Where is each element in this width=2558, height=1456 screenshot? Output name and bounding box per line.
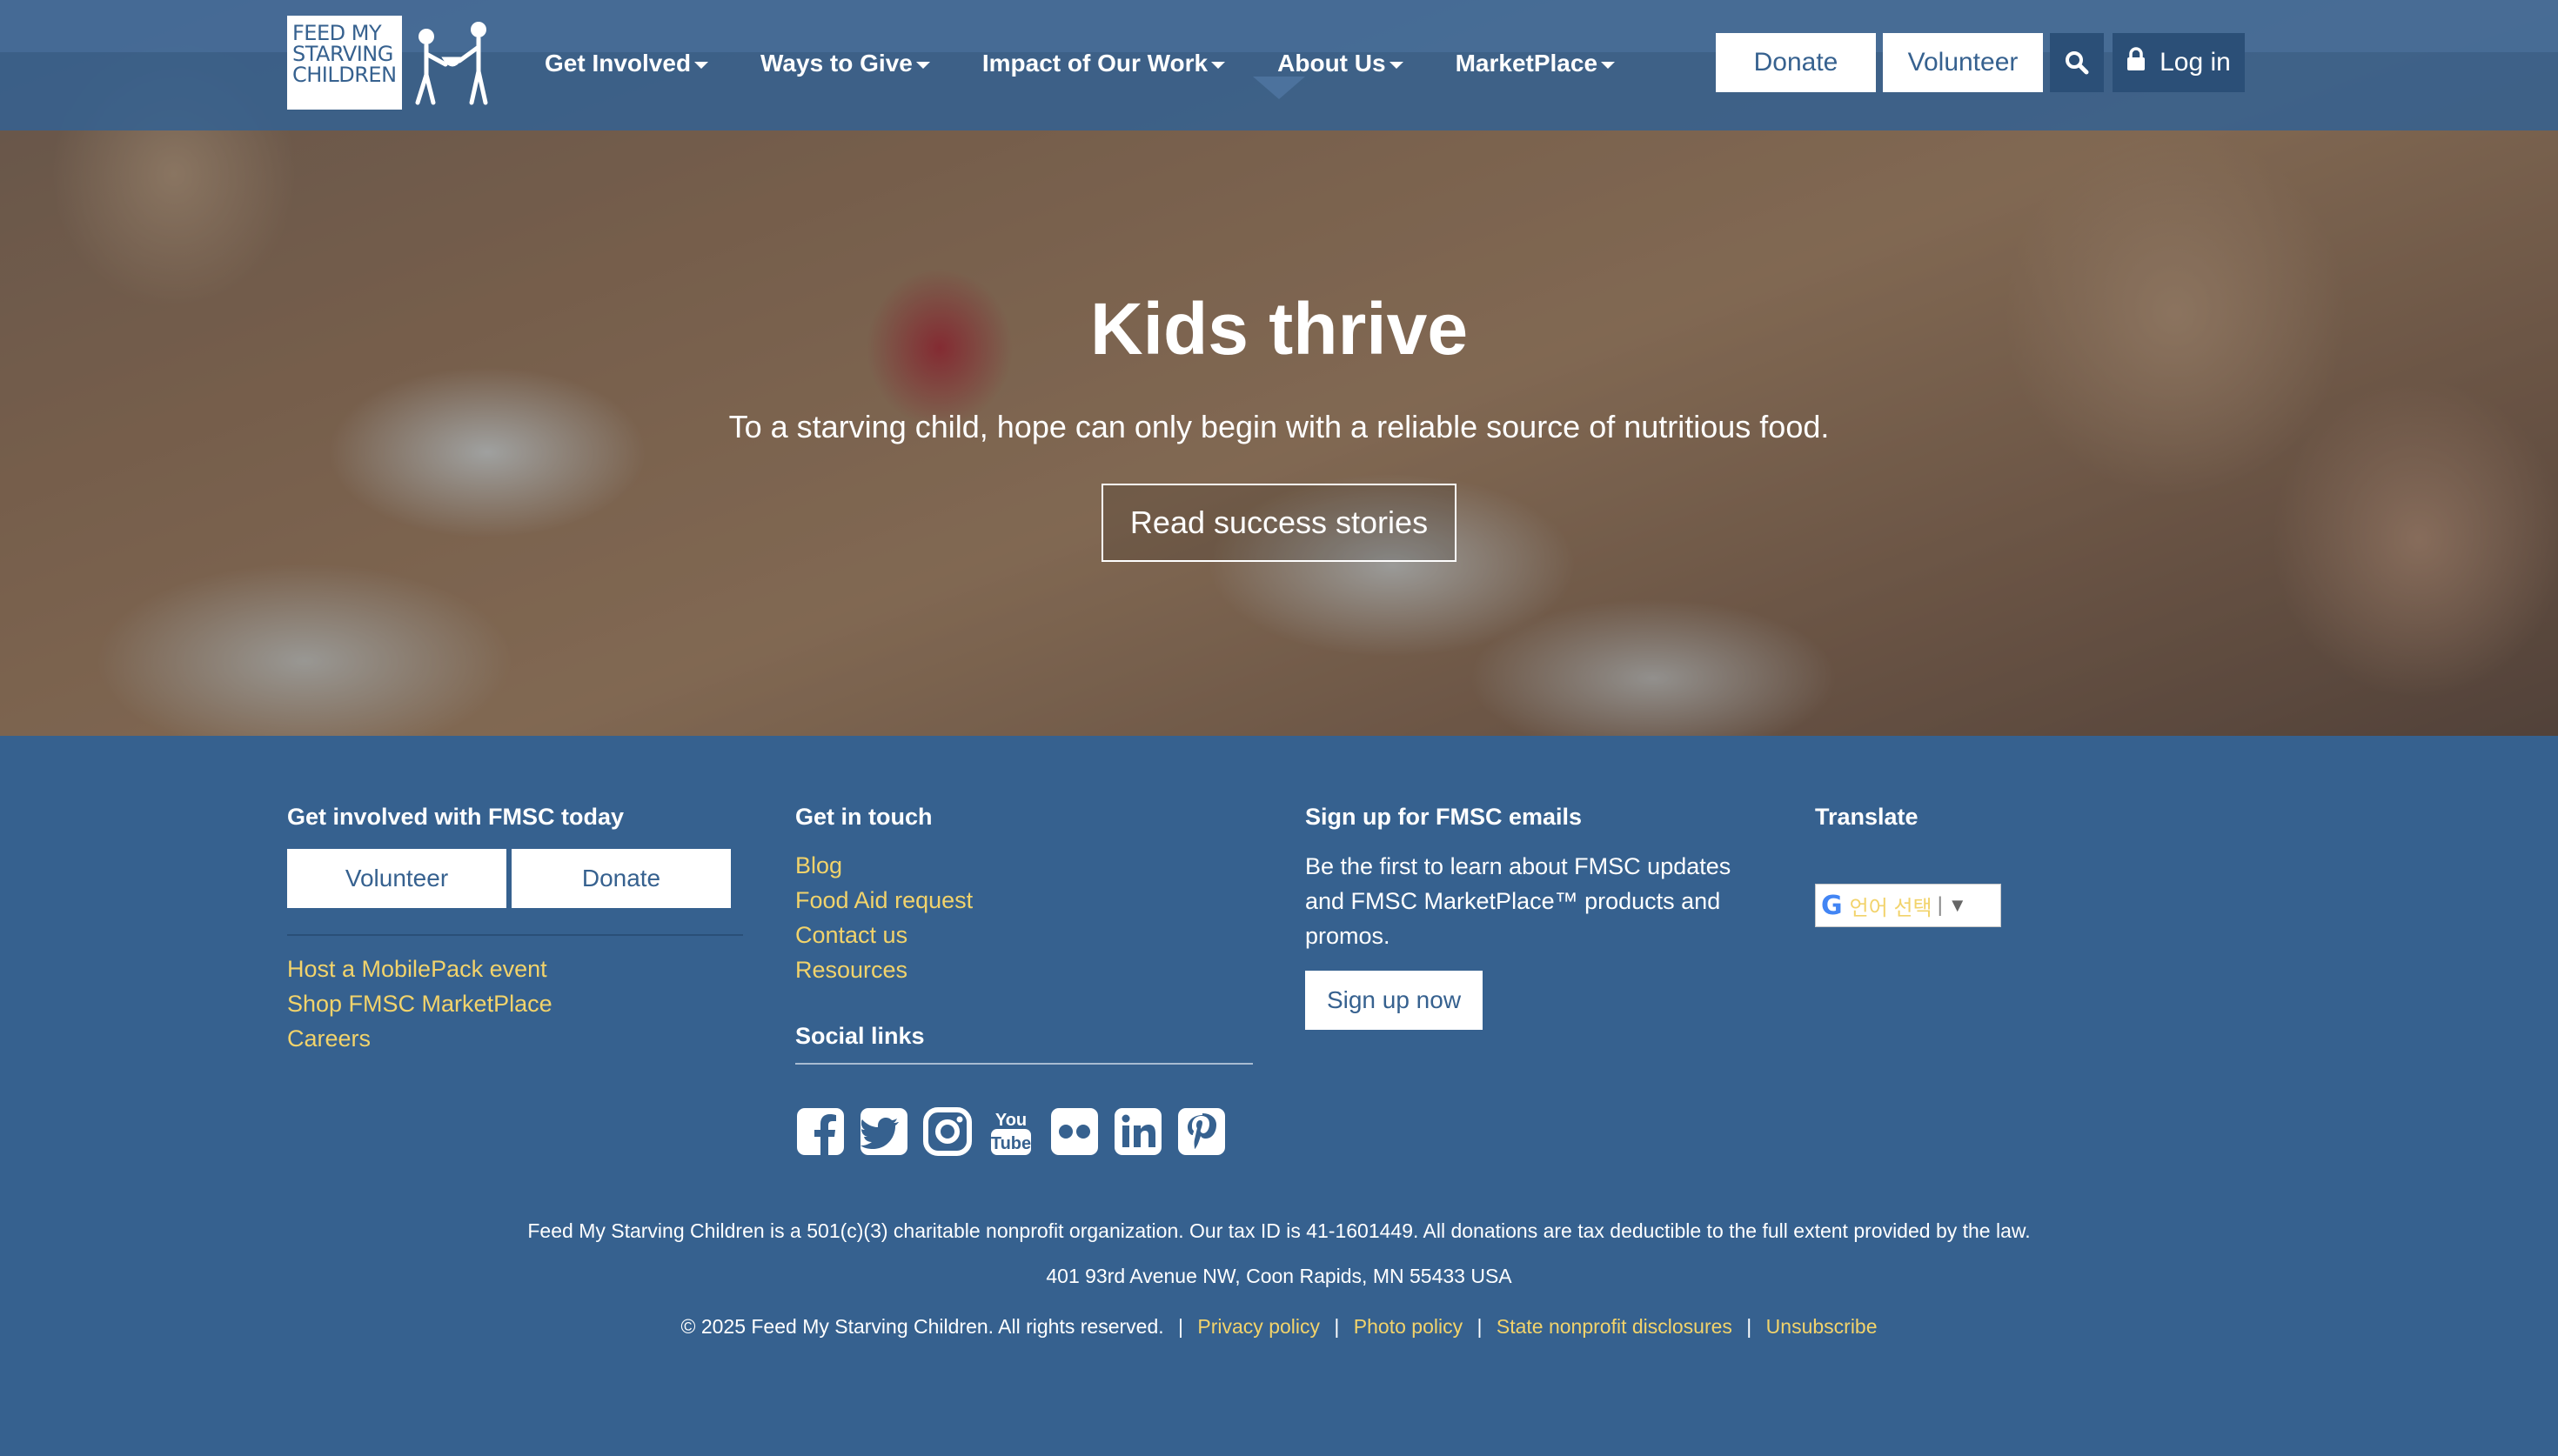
logo-line-3: CHILDREN (292, 63, 397, 87)
hero-title: Kids thrive (1089, 288, 1469, 370)
social-divider (795, 1063, 1253, 1065)
fmsc-logo[interactable]: FEED MY STARVING CHILDREN (287, 16, 494, 110)
logo-line-1: FEED MY (292, 21, 382, 45)
food-aid-request-link[interactable]: Food Aid request (795, 887, 973, 914)
footer-donate-button[interactable]: Donate (512, 849, 731, 908)
chevron-down-icon (1211, 62, 1226, 69)
login-label: Log in (2160, 48, 2231, 77)
social-links: You Tube (795, 1106, 1240, 1157)
nonprofit-statement: Feed My Starving Children is a 501(c)(3)… (527, 1219, 2031, 1242)
nav-get-involved-label: Get Involved (545, 50, 692, 77)
svg-text:Tube: Tube (991, 1134, 1031, 1153)
email-signup-line-3: promos. (1305, 923, 1390, 949)
language-select[interactable]: G 언어 선택 | ▼ (1815, 884, 2001, 927)
sign-up-now-button[interactable]: Sign up now (1305, 971, 1483, 1030)
chevron-down-icon (915, 62, 930, 69)
footer-divider (287, 934, 743, 936)
shop-marketplace-link[interactable]: Shop FMSC MarketPlace (287, 991, 552, 1018)
hero-subtitle: To a starving child, hope can only begin… (728, 409, 1830, 444)
blog-link[interactable]: Blog (795, 852, 842, 879)
logo-wordmark: FEED MY STARVING CHILDREN (287, 16, 402, 110)
host-mobilepack-link[interactable]: Host a MobilePack event (287, 956, 547, 983)
youtube-icon[interactable]: You Tube (986, 1106, 1036, 1157)
search-icon (2066, 51, 2089, 75)
logo-figures-icon (415, 22, 488, 105)
state-disclosures-link[interactable]: State nonprofit disclosures (1497, 1315, 1732, 1338)
svg-text:You: You (995, 1111, 1027, 1130)
social-links-heading: Social links (795, 1023, 925, 1049)
main-nav: Get Involved Ways to Give Impact of Our … (545, 40, 1667, 87)
header-volunteer-button[interactable]: Volunteer (1883, 33, 2043, 92)
email-signup-line-1: Be the first to learn about FMSC updates (1305, 853, 1731, 879)
get-in-touch-heading: Get in touch (795, 804, 933, 830)
legal-links-row: © 2025 Feed My Starving Children. All ri… (0, 1315, 2558, 1339)
flickr-icon[interactable] (1049, 1106, 1100, 1157)
get-involved-heading: Get involved with FMSC today (287, 804, 625, 830)
nav-get-involved[interactable]: Get Involved (545, 50, 709, 77)
unsubscribe-link[interactable]: Unsubscribe (1766, 1315, 1878, 1338)
nav-ways-to-give-label: Ways to Give (760, 50, 913, 77)
nav-marketplace-label: MarketPlace (1455, 50, 1598, 77)
careers-link[interactable]: Careers (287, 1025, 371, 1052)
site-header: FEED MY STARVING CHILDREN Get Involved W… (0, 0, 2558, 130)
facebook-icon[interactable] (795, 1106, 846, 1157)
translate-heading: Translate (1815, 804, 1918, 830)
read-success-stories-button[interactable]: Read success stories (1102, 484, 1456, 562)
linkedin-icon[interactable] (1113, 1106, 1163, 1157)
email-signup-line-2: and FMSC MarketPlace™ products and (1305, 888, 1721, 914)
google-icon: G (1821, 890, 1843, 921)
dropdown-arrow-icon: ▼ (1947, 894, 1967, 916)
login-button[interactable]: Log in (2113, 33, 2245, 92)
nav-about-us[interactable]: About Us (1277, 50, 1403, 77)
logo-line-2: STARVING (292, 42, 393, 66)
twitter-icon[interactable] (859, 1106, 909, 1157)
select-separator: | (1937, 893, 1943, 917)
photo-policy-link[interactable]: Photo policy (1354, 1315, 1463, 1338)
email-signup-description: Be the first to learn about FMSC updates… (1305, 849, 1731, 953)
nav-impact-label: Impact of Our Work (981, 50, 1209, 77)
separator: | (1477, 1315, 1483, 1338)
copyright: © 2025 Feed My Starving Children. All ri… (680, 1315, 1164, 1338)
instagram-icon[interactable] (922, 1106, 973, 1157)
header-donate-button[interactable]: Donate (1716, 33, 1876, 92)
nav-marketplace[interactable]: MarketPlace (1455, 50, 1616, 77)
nav-ways-to-give[interactable]: Ways to Give (760, 50, 930, 77)
separator: | (1334, 1315, 1340, 1338)
lock-icon (2127, 47, 2146, 70)
footer-volunteer-button[interactable]: Volunteer (287, 849, 506, 908)
chevron-down-icon (694, 62, 709, 69)
separator: | (1746, 1315, 1752, 1338)
chevron-down-icon (1389, 62, 1403, 69)
nav-impact[interactable]: Impact of Our Work (981, 50, 1226, 77)
email-signup-heading: Sign up for FMSC emails (1305, 804, 1583, 830)
contact-us-link[interactable]: Contact us (795, 922, 907, 949)
resources-link[interactable]: Resources (795, 957, 907, 984)
nav-about-us-label: About Us (1277, 50, 1386, 77)
search-button[interactable] (2050, 33, 2104, 92)
chevron-down-icon (1601, 62, 1616, 69)
privacy-policy-link[interactable]: Privacy policy (1197, 1315, 1320, 1338)
pinterest-icon[interactable] (1176, 1106, 1227, 1157)
address: 401 93rd Avenue NW, Coon Rapids, MN 5543… (1046, 1265, 1512, 1287)
language-select-value: 언어 선택 (1849, 896, 1932, 920)
separator: | (1178, 1315, 1184, 1338)
